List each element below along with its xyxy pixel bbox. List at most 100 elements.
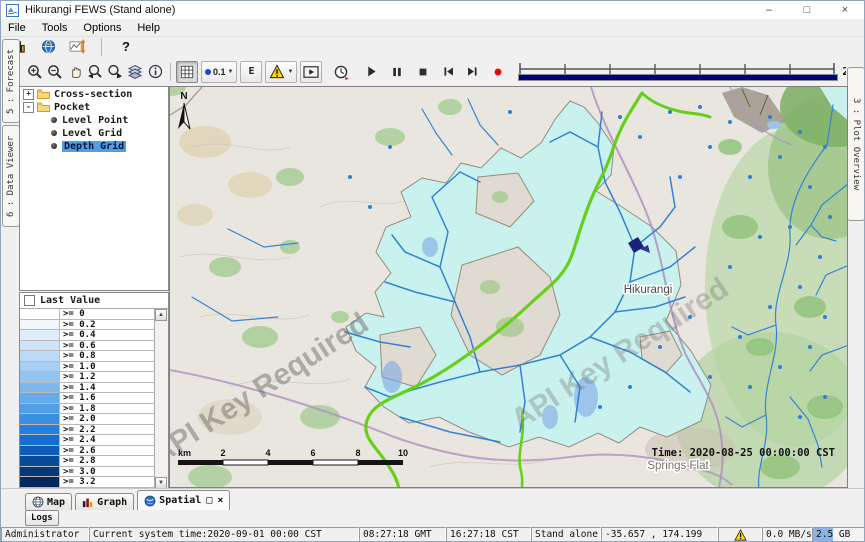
tree-item-level-grid[interactable]: Level Grid	[20, 127, 168, 139]
scroll-up-button[interactable]: ▲	[155, 309, 167, 321]
legend-swatch	[20, 425, 60, 435]
zoom-next-button[interactable]	[105, 62, 125, 82]
tree-label[interactable]: Pocket	[54, 102, 90, 113]
left-tab-strip: 5 : Forecast 6 : Data Viewer	[1, 37, 19, 488]
elevation-scale-button[interactable]: E	[240, 61, 262, 83]
help-button[interactable]: ?	[116, 37, 136, 57]
bullet-icon	[51, 117, 57, 123]
folder-icon	[37, 89, 50, 99]
tab-map[interactable]: Map	[25, 493, 72, 510]
legend-row: >= 1.4	[20, 383, 155, 394]
warnings-dropdown[interactable]: ▼	[265, 61, 297, 83]
tree-label-selected[interactable]: Depth Grid	[62, 141, 126, 152]
expand-icon[interactable]: +	[23, 89, 34, 100]
legend-scrollbar[interactable]: ▲ ▼	[154, 309, 168, 489]
skip-end-icon	[466, 65, 479, 78]
tree-item-pocket[interactable]: - Pocket	[20, 101, 168, 113]
legend-swatch	[20, 435, 60, 445]
tree-item-level-point[interactable]: Level Point	[20, 114, 168, 126]
legend-label: >= 2.2	[60, 425, 155, 435]
grid-display-button[interactable]	[176, 61, 198, 83]
clock-icon	[333, 64, 349, 80]
zoom-in-button[interactable]	[25, 62, 45, 82]
legend-swatch	[20, 309, 60, 319]
legend-label: >= 3.2	[60, 477, 155, 487]
movie-export-button[interactable]	[300, 61, 322, 83]
play-button[interactable]	[361, 62, 381, 82]
legend-label: >= 1.6	[60, 393, 155, 403]
time-slider[interactable]	[518, 61, 836, 83]
tree-label[interactable]: Level Point	[62, 115, 128, 126]
animation-settings-button[interactable]	[331, 62, 351, 82]
contour-interval-dropdown[interactable]: 0.1 ▼	[201, 61, 237, 83]
contour-dot-icon	[205, 69, 211, 75]
tab-map-label: Map	[47, 497, 65, 508]
legend-label: >= 1.8	[60, 404, 155, 414]
menu-file[interactable]: File	[8, 22, 26, 34]
tree-item-depth-grid[interactable]: Depth Grid	[20, 140, 168, 152]
toolbar-separator	[170, 63, 171, 81]
left-panel: + Cross-section - Pocket Level Point Lev…	[19, 86, 169, 488]
tab-graph[interactable]: Graph	[75, 493, 134, 510]
tree-item-cross-section[interactable]: + Cross-section	[20, 88, 168, 100]
spatial-display-button[interactable]	[38, 37, 58, 57]
legend-label: >= 0.2	[60, 320, 155, 330]
timeseries-dialog-button[interactable]	[67, 37, 87, 57]
time-span-bar[interactable]	[518, 74, 838, 81]
tab-data-viewer[interactable]: 6 : Data Viewer	[2, 125, 20, 227]
legend-header: Last Value	[20, 293, 168, 309]
app-logo-icon	[6, 4, 19, 17]
menu-tools[interactable]: Tools	[42, 22, 68, 34]
maximize-button[interactable]: □	[788, 1, 826, 19]
status-memory: 2.5 GB	[812, 527, 865, 542]
zoom-forward-icon	[107, 64, 123, 80]
step-back-button[interactable]	[438, 62, 458, 82]
zoom-in-icon	[27, 64, 43, 80]
close-view-icon[interactable]: ×	[217, 495, 223, 506]
menu-help[interactable]: Help	[137, 22, 160, 34]
legend-row: >= 3.2	[20, 477, 155, 488]
status-warning[interactable]	[718, 527, 762, 542]
zoom-previous-button[interactable]	[85, 62, 105, 82]
legend-swatch	[20, 383, 60, 393]
pause-button[interactable]	[387, 62, 407, 82]
chart-arrow-icon	[69, 39, 86, 54]
collapse-icon[interactable]: -	[23, 102, 34, 113]
legend-row: >= 1.6	[20, 393, 155, 404]
record-button[interactable]	[488, 62, 508, 82]
bullet-icon	[51, 143, 57, 149]
status-system-time: Current system time:2020-09-01 00:00 CST	[89, 527, 359, 542]
legend-swatch	[20, 320, 60, 330]
legend-label: >= 2.8	[60, 456, 155, 466]
close-button[interactable]: ×	[826, 1, 864, 19]
map-canvas[interactable]: API Key Required API Key Required Hikura…	[169, 86, 848, 488]
pause-icon	[391, 66, 403, 78]
view-tabs: Map Graph Spatial □ ×	[25, 490, 230, 510]
tree-label[interactable]: Cross-section	[54, 89, 132, 100]
info-icon	[148, 64, 163, 79]
logs-button[interactable]: Logs	[25, 510, 59, 526]
layers-button[interactable]	[125, 62, 145, 82]
zoom-out-button[interactable]	[45, 62, 65, 82]
pan-button[interactable]	[65, 62, 85, 82]
info-button[interactable]	[145, 62, 165, 82]
last-value-checkbox[interactable]	[24, 295, 35, 306]
float-view-icon[interactable]: □	[206, 495, 212, 506]
menu-options[interactable]: Options	[83, 22, 121, 34]
legend-row: >= 1.8	[20, 404, 155, 415]
bar-chart-icon	[82, 496, 94, 508]
warning-icon	[734, 529, 747, 541]
zoom-back-icon	[87, 64, 103, 80]
tab-spatial[interactable]: Spatial □ ×	[137, 490, 230, 510]
legend-label: >= 0.8	[60, 351, 155, 361]
tab-forecast[interactable]: 5 : Forecast	[2, 39, 20, 123]
tab-spatial-label: Spatial	[159, 495, 201, 506]
question-icon: ?	[122, 39, 130, 54]
toolbar-separator	[101, 38, 102, 56]
tab-plot-overview[interactable]: 3 : Plot Overview	[847, 67, 865, 221]
legend-swatch	[20, 372, 60, 382]
step-forward-button[interactable]	[462, 62, 482, 82]
tree-label[interactable]: Level Grid	[62, 128, 122, 139]
minimize-button[interactable]: –	[750, 1, 788, 19]
stop-button[interactable]	[413, 62, 433, 82]
